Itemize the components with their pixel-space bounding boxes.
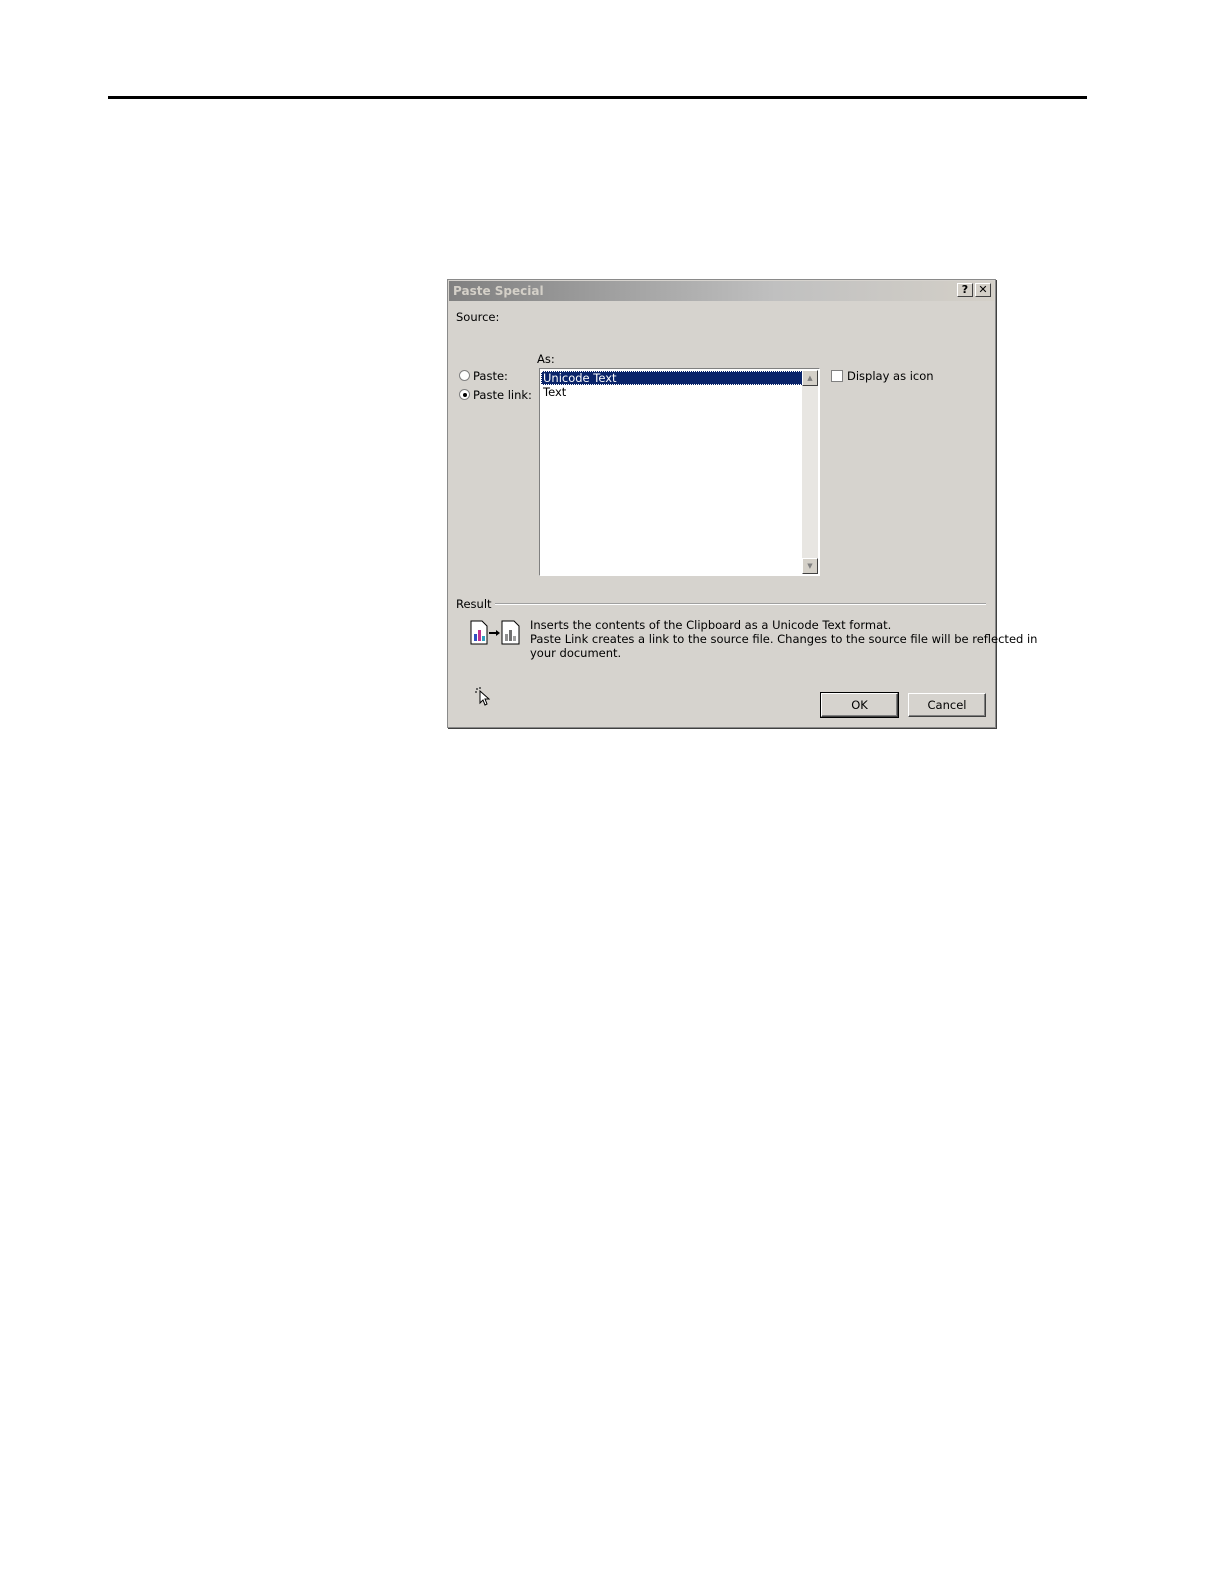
help-button[interactable]: ? xyxy=(957,283,973,297)
display-as-icon-label[interactable]: Display as icon xyxy=(847,369,934,383)
dialog-title: Paste Special xyxy=(453,284,544,298)
list-item[interactable]: Text xyxy=(541,385,803,399)
display-as-icon-checkbox[interactable] xyxy=(831,370,843,382)
listbox-scrollbar[interactable]: ▲ ▼ xyxy=(802,370,818,574)
result-line: Inserts the contents of the Clipboard as… xyxy=(530,618,892,632)
scroll-up-icon[interactable]: ▲ xyxy=(802,370,818,386)
result-description: Inserts the contents of the Clipboard as… xyxy=(530,618,1038,660)
paste-special-dialog: Paste Special ? ✕ Source: As: Paste: Pas… xyxy=(447,279,1038,728)
as-label: As: xyxy=(537,352,555,366)
close-button[interactable]: ✕ xyxy=(975,283,991,297)
paste-link-result-icon xyxy=(470,620,520,645)
paste-link-radio-label[interactable]: Paste link: xyxy=(473,388,532,402)
result-line: Paste Link creates a link to the source … xyxy=(530,632,1038,646)
title-bar[interactable]: Paste Special ? ✕ xyxy=(449,281,994,301)
help-cursor-icon xyxy=(475,687,490,706)
ok-button[interactable]: OK xyxy=(820,692,899,718)
page-top-rule xyxy=(108,96,1087,99)
result-line: your document. xyxy=(530,646,622,660)
paste-radio-button[interactable] xyxy=(459,370,470,381)
list-item[interactable]: Unicode Text xyxy=(541,371,803,385)
result-divider xyxy=(495,603,986,605)
result-label: Result xyxy=(456,597,492,611)
scroll-down-icon[interactable]: ▼ xyxy=(802,558,818,574)
format-listbox[interactable]: Unicode Text Text ▲ ▼ xyxy=(539,368,820,576)
paste-link-radio-button[interactable] xyxy=(459,389,470,400)
source-label: Source: xyxy=(456,310,500,324)
cancel-button[interactable]: Cancel xyxy=(908,693,986,717)
paste-radio-label[interactable]: Paste: xyxy=(473,369,508,383)
